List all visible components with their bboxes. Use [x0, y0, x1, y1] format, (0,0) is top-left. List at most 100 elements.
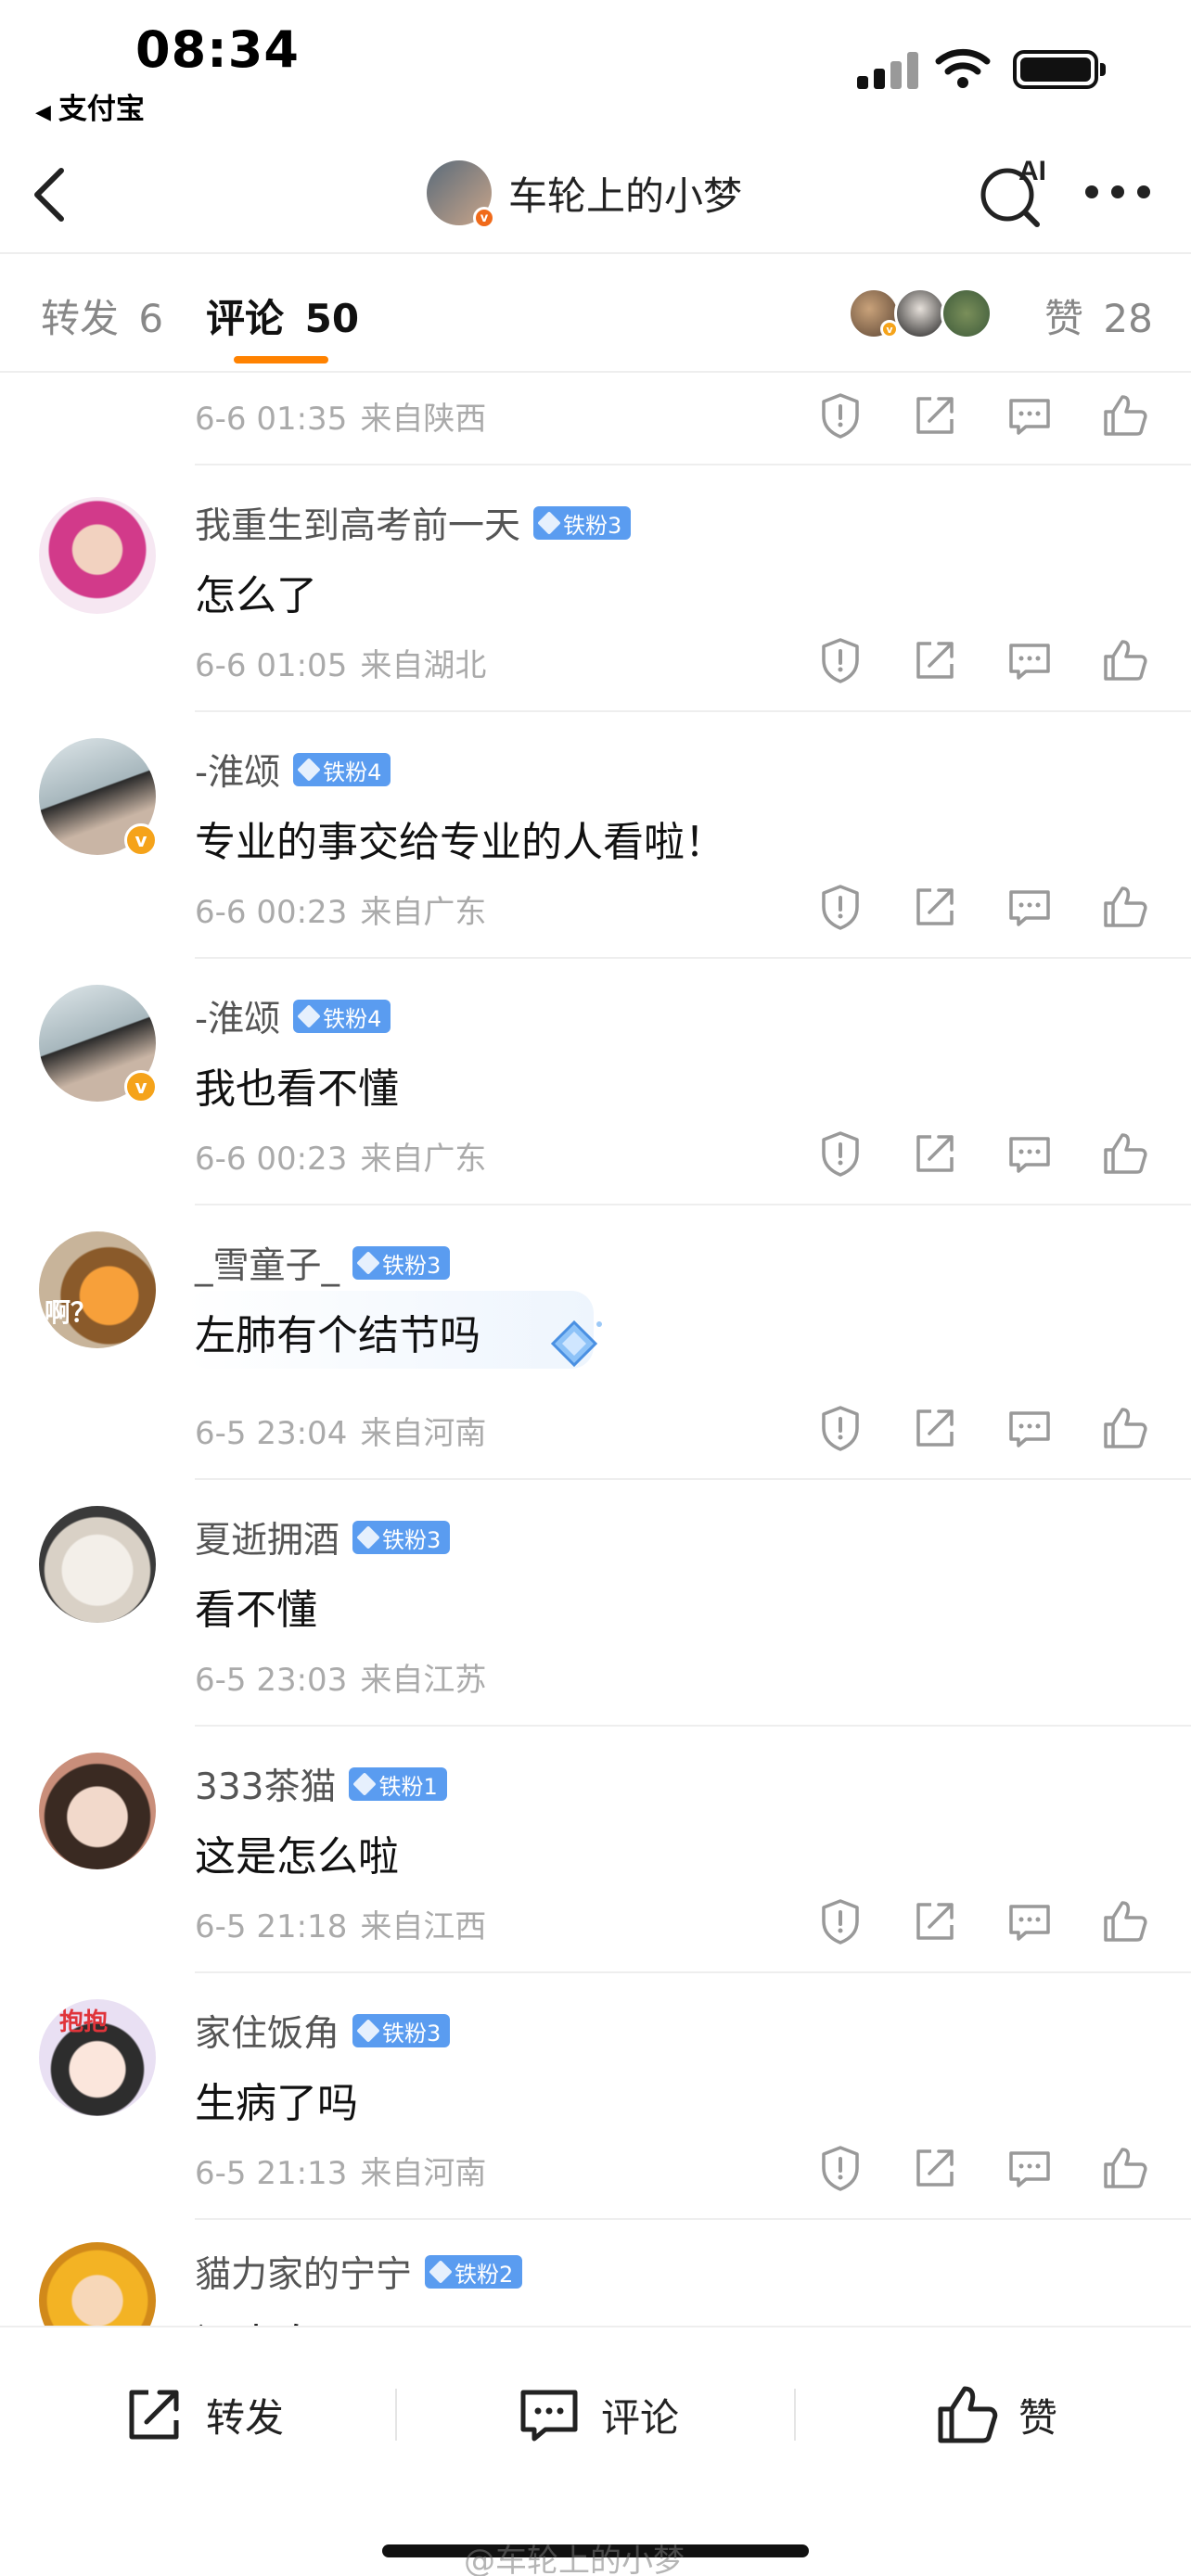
reply-icon[interactable]: [1004, 2142, 1056, 2194]
comment-date: 6-5 21:18: [195, 1908, 348, 1945]
diamond-icon: [356, 1525, 380, 1549]
fan-badge: 铁粉1: [349, 1767, 447, 1801]
like-button[interactable]: 赞: [933, 2379, 1057, 2450]
comment-author[interactable]: 家住饭角 铁粉3: [195, 2005, 451, 2057]
avatar[interactable]: [39, 497, 156, 614]
comment-text: 问大白: [195, 2311, 317, 2326]
avatar[interactable]: [39, 1753, 156, 1869]
diamond-icon: [352, 1772, 378, 1796]
share-icon[interactable]: [909, 1402, 961, 1454]
fan-badge-label: 铁粉3: [382, 2020, 442, 2047]
report-icon[interactable]: [814, 1128, 866, 1180]
diamond-icon: [356, 1251, 380, 1275]
comment-author[interactable]: 我重生到高考前一天 铁粉3: [195, 497, 632, 549]
fan-badge-label: 铁粉2: [455, 2261, 514, 2288]
back-to-app-link[interactable]: ◀ 支付宝: [35, 85, 145, 127]
report-icon[interactable]: [814, 634, 866, 686]
like-icon[interactable]: [1098, 389, 1150, 441]
username: 家住饭角: [195, 2013, 340, 2055]
avatar[interactable]: v: [427, 160, 495, 229]
comment-author[interactable]: 貓力家的宁宁 铁粉2: [195, 2246, 523, 2298]
more-icon[interactable]: [1085, 185, 1150, 204]
repost-icon: [129, 2390, 179, 2440]
repost-button[interactable]: 转发: [121, 2379, 284, 2450]
comment-item: 啊？ _雪童子_ 铁粉3 左肺有个结节吗 6-5 23:04 来自河南: [0, 1205, 1191, 1480]
reply-icon[interactable]: [1004, 1128, 1056, 1180]
reply-icon[interactable]: [1004, 881, 1056, 933]
comment-item: 333茶猫 铁粉1 这是怎么啦 6-5 21:18 来自江西: [0, 1727, 1191, 1973]
comment-text: 左肺有个结节吗: [195, 1312, 480, 1359]
liker-avatars[interactable]: v: [848, 287, 992, 339]
report-icon[interactable]: [814, 1895, 866, 1947]
avatar[interactable]: [39, 2242, 156, 2326]
comment-meta: 6-5 23:03 来自江苏: [195, 1654, 486, 1700]
tab-repost-label: 转发: [41, 296, 120, 341]
diamond-icon: [297, 1004, 321, 1028]
like-icon[interactable]: [1098, 1402, 1150, 1454]
share-icon[interactable]: [909, 634, 961, 686]
tab-repost[interactable]: 转发 6: [41, 287, 163, 344]
avatar[interactable]: 抱抱: [39, 1999, 156, 2116]
ai-label: AI: [1018, 156, 1046, 186]
divider: [395, 2389, 397, 2441]
comment-button[interactable]: 评论: [516, 2379, 679, 2450]
comment-author[interactable]: _雪童子_ 铁粉3: [195, 1237, 451, 1289]
share-icon[interactable]: [909, 2142, 961, 2194]
report-icon[interactable]: [814, 389, 866, 441]
report-icon[interactable]: [814, 1402, 866, 1454]
fan-badge-label: 铁粉4: [323, 759, 382, 785]
like-icon[interactable]: [1098, 1128, 1150, 1180]
reply-icon[interactable]: [1004, 634, 1056, 686]
comment-meta: 6-6 00:23 来自广东: [195, 1133, 486, 1179]
avatar: [894, 287, 946, 339]
fan-badge-label: 铁粉1: [378, 1773, 438, 1800]
comment-item: v -淮颂 铁粉4 我也看不懂 6-6 00:23 来自广东: [0, 959, 1191, 1205]
share-icon[interactable]: [909, 881, 961, 933]
ai-search-icon[interactable]: AI: [976, 156, 1050, 230]
comment-date: 6-5 23:03: [195, 1662, 348, 1699]
avatar[interactable]: [39, 1506, 156, 1623]
share-icon[interactable]: [909, 1895, 961, 1947]
bottom-action-bar: 转发 评论 赞 @车轮上的小梦: [0, 2326, 1191, 2576]
report-icon[interactable]: [814, 2142, 866, 2194]
username: 我重生到高考前一天: [195, 505, 521, 547]
watermark: @车轮上的小梦: [464, 2543, 685, 2576]
comment-author[interactable]: 333茶猫 铁粉1: [195, 1758, 447, 1810]
comment-list[interactable]: 6-6 01:35 来自陕西 我重生到高考前一天 铁粉3 怎么了 6-6 01:0…: [0, 373, 1191, 2326]
status-bar: 08:34 ◀ 支付宝: [0, 0, 1191, 130]
reply-icon[interactable]: [1004, 1402, 1056, 1454]
username: -淮颂: [195, 999, 281, 1040]
share-icon[interactable]: [909, 1128, 961, 1180]
comment-actions: [814, 634, 1163, 686]
comment-item: 我重生到高考前一天 铁粉3 怎么了 6-6 01:05 来自湖北: [0, 465, 1191, 712]
reply-icon[interactable]: [1004, 1895, 1056, 1947]
avatar[interactable]: 啊？: [39, 1231, 156, 1348]
share-icon[interactable]: [909, 389, 961, 441]
comment-author[interactable]: -淮颂 铁粉4: [195, 744, 391, 796]
report-icon[interactable]: [814, 881, 866, 933]
fan-badge-label: 铁粉3: [382, 1252, 442, 1279]
back-icon[interactable]: [28, 165, 74, 224]
comment-item: 抱抱 家住饭角 铁粉3 生病了吗 6-5 21:13 来自河南: [0, 1973, 1191, 2220]
tab-comments[interactable]: 评论 50: [206, 287, 359, 344]
comment-source: 来自河南: [360, 1415, 487, 1452]
wifi-icon: [935, 48, 991, 88]
nav-user[interactable]: v 车轮上的小梦: [427, 158, 742, 229]
like-icon[interactable]: [1098, 634, 1150, 686]
like-icon[interactable]: [1098, 1895, 1150, 1947]
comment-author[interactable]: -淮颂 铁粉4: [195, 990, 391, 1042]
tab-likes[interactable]: 赞 28: [1044, 287, 1153, 344]
comment-author[interactable]: 夏逝拥酒 铁粉3: [195, 1511, 451, 1563]
fan-badge: 铁粉4: [293, 1000, 391, 1033]
like-icon[interactable]: [1098, 2142, 1150, 2194]
diamond-icon: [429, 2260, 453, 2284]
comment-meta: 6-5 21:18 来自江西: [195, 1901, 486, 1946]
avatar[interactable]: v: [39, 738, 158, 857]
reply-icon[interactable]: [1004, 389, 1056, 441]
comment-item: 貓力家的宁宁 铁粉2 问大白: [0, 2220, 1191, 2326]
like-icon[interactable]: [1098, 881, 1150, 933]
fan-badge: 铁粉3: [533, 506, 632, 540]
avatar[interactable]: v: [39, 985, 158, 1103]
comment-date: 6-6 00:23: [195, 1141, 348, 1178]
avatar-caption: 啊？: [45, 1297, 97, 1328]
